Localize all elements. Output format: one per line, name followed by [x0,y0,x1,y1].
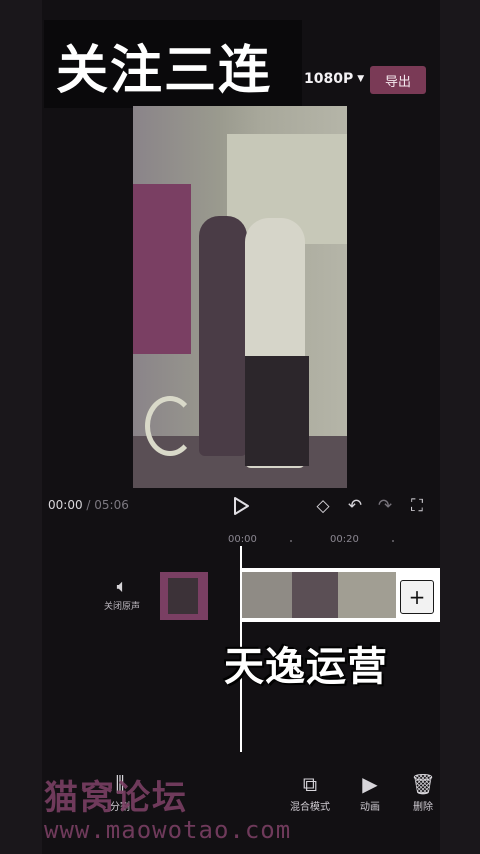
banner-title: 关注三连 [56,41,273,101]
watermark-url: www.maowotao.com [44,816,292,844]
speaker-icon: 🔈︎ [116,576,128,597]
doodle-sticker [145,396,195,456]
watermark-title: 猫窝论坛 [44,778,188,818]
mute-label: 关闭原声 [103,602,140,612]
resolution-selector[interactable]: 1080P ▼ [296,66,372,92]
current-time: 00:00 [48,498,83,512]
mute-original-audio-button[interactable]: 🔈︎ 关闭原声 [102,576,142,612]
redo-icon[interactable]: ↷ [376,496,394,516]
add-clip-button[interactable]: + [400,580,434,614]
left-edge-panel [0,0,42,854]
clip-frame [292,572,338,618]
timecode: 00:00 / 05:06 [48,498,129,512]
animation-icon: ▶︎ [362,772,378,796]
chevron-down-icon: ▼ [357,74,365,84]
ruler-label: 00:20 [330,534,359,545]
toolbar-blend-mode[interactable]: ⧉ 混合模式 [282,772,338,813]
export-button[interactable]: 导出 [370,66,426,94]
keyframe-icon[interactable]: ◇ [314,496,332,516]
undo-icon[interactable]: ↶ [346,496,364,516]
cover-thumbnail[interactable] [160,572,208,620]
ruler-label: 00:00 [228,534,257,545]
delete-icon: 🗑︎ [410,772,436,796]
play-icon[interactable] [232,496,250,516]
total-duration: 05:06 [94,498,129,512]
clip-frame [338,572,396,618]
video-preview[interactable] [133,106,347,488]
blend-mode-icon: ⧉ [302,772,318,796]
fullscreen-icon[interactable]: ⛶ [408,496,426,516]
resolution-label: 1080P [304,71,354,87]
toolbar-delete[interactable]: 🗑︎ 删除 [406,772,440,813]
clip-frame [242,572,292,618]
right-edge-panel [440,0,480,854]
caption-overlay: 天逸运营 [224,644,388,690]
toolbar-animation[interactable]: ▶︎ 动画 [342,772,398,813]
